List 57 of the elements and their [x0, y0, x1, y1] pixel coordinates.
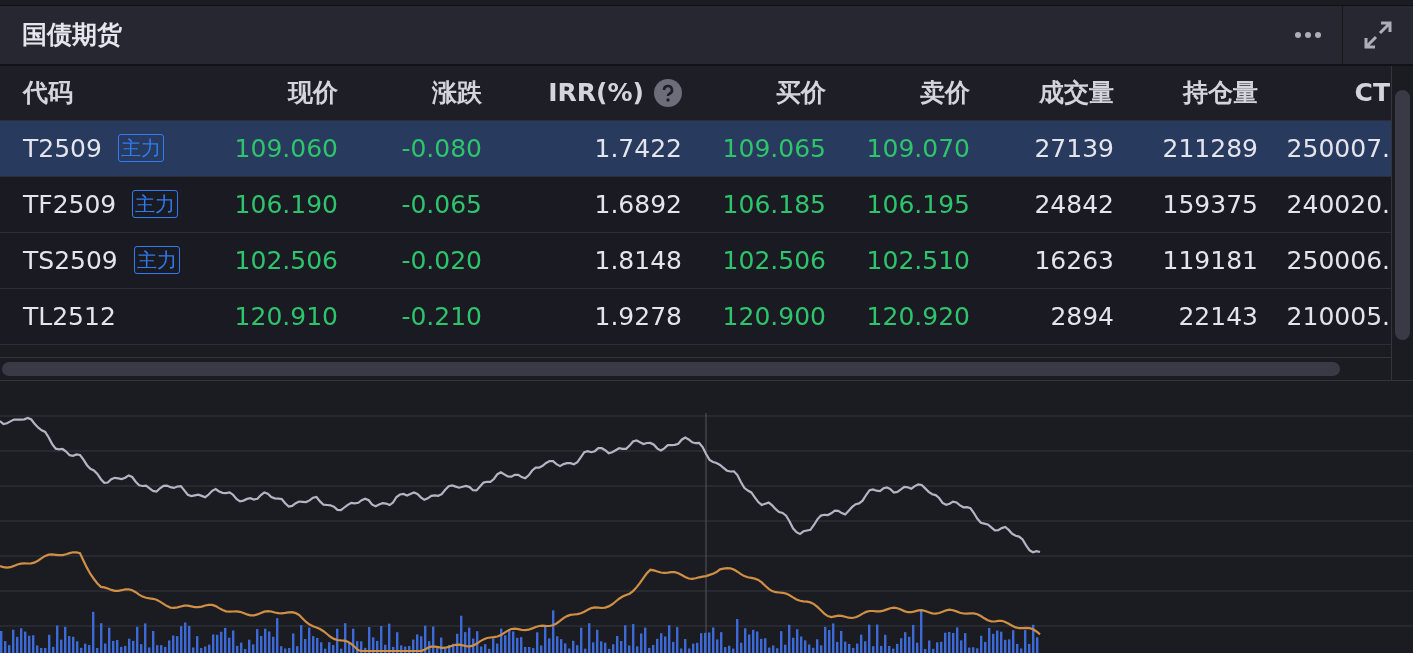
main-contract-tag: 主力: [117, 134, 164, 163]
volume-cell-text: 2894: [1049, 301, 1114, 331]
ask-cell-text: 109.070: [865, 133, 970, 163]
ask-cell-text: 106.195: [865, 189, 970, 219]
irr-cell-text: 1.6892: [593, 189, 682, 219]
volume-cell-text: 24842: [1033, 189, 1114, 219]
column-header[interactable]: 买价: [776, 76, 826, 110]
open-interest-cell-text: 159375: [1161, 189, 1258, 219]
open-interest-cell-text: 119181: [1161, 245, 1258, 275]
panel-title: 国债期货: [21, 19, 123, 52]
table-cell-text: 250007.: [1285, 133, 1390, 163]
more-icon: [1294, 30, 1322, 39]
more-button[interactable]: [1294, 30, 1322, 39]
change-cell-text: -0.210: [400, 301, 482, 331]
column-header[interactable]: 涨跌: [432, 76, 482, 110]
irr-cell-text: 1.8148: [593, 245, 682, 275]
contract-code: TL2512: [23, 301, 116, 331]
bid-cell-text: 120.900: [721, 301, 826, 331]
column-header[interactable]: 卖价: [920, 76, 970, 110]
change-cell-text: -0.080: [400, 133, 482, 163]
contract-code: TS2509: [23, 245, 118, 275]
ask-cell-text: 102.510: [865, 245, 970, 275]
table-cell-text: 250006.: [1285, 245, 1390, 275]
vertical-scrollbar[interactable]: [1395, 89, 1410, 340]
price-cell-text: 106.190: [233, 189, 338, 219]
table-cell-text: 210005.: [1285, 301, 1390, 331]
price-cell-text: 109.060: [233, 133, 338, 163]
table-cell-text: 240020.: [1285, 189, 1390, 219]
open-interest-cell-text: 22143: [1177, 301, 1258, 331]
open-interest-cell-text: 211289: [1161, 133, 1258, 163]
table-row[interactable]: T2509 主力 109.060 -0.080 1.7422 109.065 109.070 27139 211289 250007.: [0, 120, 1391, 177]
column-header[interactable]: 成交量: [1039, 76, 1114, 110]
expand-icon: [1363, 19, 1393, 50]
bid-cell-text: 106.185: [721, 189, 826, 219]
volume-cell-text: 16263: [1033, 245, 1114, 275]
change-cell-text: -0.020: [400, 245, 482, 275]
expand-button[interactable]: [1363, 19, 1393, 50]
irr-cell-text: 1.9278: [593, 301, 682, 331]
volume-cell-text: 27139: [1033, 133, 1114, 163]
irr-cell-text: 1.7422: [593, 133, 682, 163]
main-contract-tag: 主力: [132, 190, 179, 219]
bid-cell-text: 109.065: [721, 133, 826, 163]
contract-code: T2509: [23, 133, 102, 163]
column-header[interactable]: 现价: [288, 76, 338, 110]
contract-code: TF2509: [23, 189, 117, 219]
help-icon[interactable]: [654, 78, 682, 107]
bid-cell-text: 102.506: [721, 245, 826, 275]
column-header[interactable]: IRR(%): [548, 78, 644, 108]
column-header[interactable]: 代码: [23, 76, 73, 110]
main-contract-tag: 主力: [133, 246, 180, 275]
horizontal-scrollbar[interactable]: [2, 362, 1340, 376]
column-header[interactable]: 持仓量: [1183, 76, 1258, 110]
change-cell-text: -0.065: [400, 189, 482, 219]
price-cell-text: 102.506: [233, 245, 338, 275]
ask-cell-text: 120.920: [865, 301, 970, 331]
column-header[interactable]: CT: [1354, 78, 1390, 108]
price-cell-text: 120.910: [233, 301, 338, 331]
